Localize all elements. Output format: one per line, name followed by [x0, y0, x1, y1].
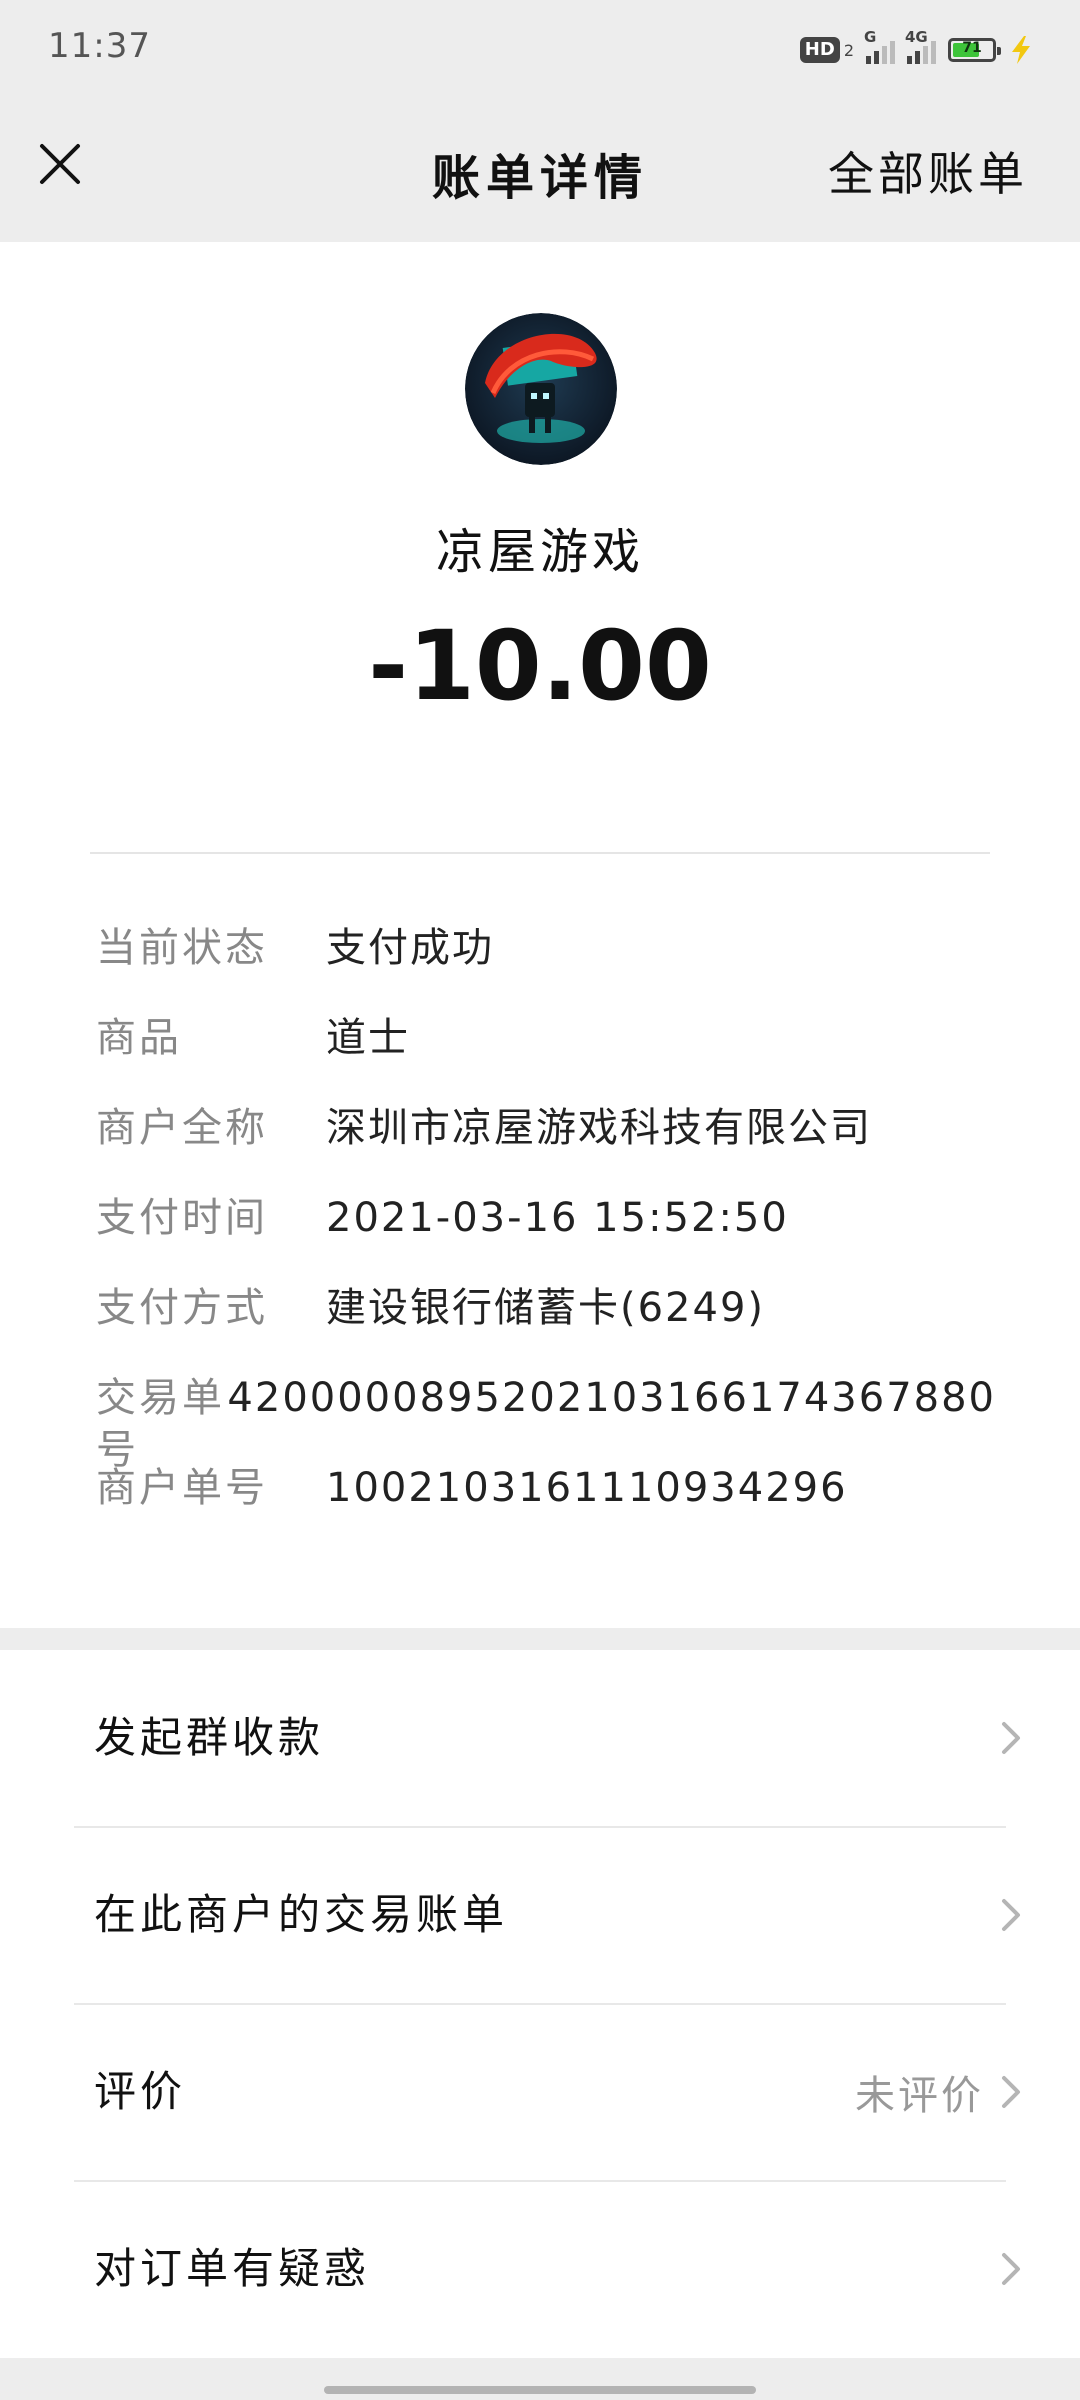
chevron-right-icon — [1002, 1722, 1020, 1754]
info-label: 商户全称 — [96, 1105, 268, 1151]
menu-item-right — [998, 2181, 1024, 2357]
menu-item-right: 未评价 — [855, 2004, 1024, 2180]
status-icons: HD 2 G 4G 71 — [799, 28, 1034, 70]
charging-icon — [1012, 36, 1030, 64]
merchant-name: 凉屋游戏 — [435, 524, 644, 580]
info-row-transaction-id: 交易单号 4200000895202103166174367880 — [96, 1372, 996, 1473]
merchant-logo-icon — [465, 313, 617, 465]
info-value: 2021-03-16 15:52:50 — [326, 1195, 789, 1241]
info-list: 当前状态 支付成功 商品 道士 商户全称 深圳市凉屋游戏科技有限公司 支付时间 … — [96, 922, 996, 1552]
divider — [90, 852, 990, 854]
info-value: 支付成功 — [326, 925, 494, 971]
hd-sub-label: 2 — [843, 40, 854, 60]
info-row-payment-method: 支付方式 建设银行储蓄卡(6249) — [96, 1282, 996, 1372]
payment-amount: -10.00 — [368, 610, 712, 722]
menu-item-label: 在此商户的交易账单 — [94, 1890, 509, 1939]
info-value: 建设银行储蓄卡(6249) — [326, 1285, 766, 1331]
action-menu: 发起群收款 在此商户的交易账单 评价 未评价 对订单有疑惑 — [0, 1650, 1080, 2358]
merchant-avatar — [465, 313, 617, 465]
menu-item-label: 发起群收款 — [94, 1713, 325, 1762]
menu-item-right — [998, 1827, 1024, 2003]
review-status: 未评价 — [855, 2073, 984, 2119]
sim1-label: G — [864, 28, 877, 46]
info-label: 商户单号 — [96, 1465, 268, 1511]
menu-item-label: 对订单有疑惑 — [94, 2244, 371, 2293]
info-label: 支付时间 — [96, 1195, 268, 1241]
battery-icon: 71 — [948, 38, 1001, 62]
info-value: 4200000895202103166174367880 — [227, 1375, 996, 1421]
sim2-label: 4G — [905, 28, 928, 46]
info-row-status: 当前状态 支付成功 — [96, 922, 996, 1012]
battery-level: 71 — [962, 40, 982, 56]
info-row-product: 商品 道士 — [96, 1012, 996, 1102]
info-label: 支付方式 — [96, 1285, 268, 1331]
info-row-payment-time: 支付时间 2021-03-16 15:52:50 — [96, 1192, 996, 1282]
all-bills-link[interactable]: 全部账单 — [828, 138, 1028, 204]
status-time: 11:37 — [48, 26, 151, 66]
menu-item-review[interactable]: 评价 未评价 — [0, 2004, 1080, 2180]
menu-item-right — [998, 1650, 1024, 1826]
signal-sim1-icon: G — [864, 28, 895, 64]
home-indicator[interactable] — [324, 2386, 756, 2394]
menu-item-label: 评价 — [94, 2067, 187, 2116]
info-value: 深圳市凉屋游戏科技有限公司 — [326, 1105, 872, 1151]
info-row-merchant-order-id: 商户单号 1002103161110934296 — [96, 1462, 996, 1552]
info-value: 道士 — [326, 1015, 410, 1061]
info-row-merchant-full-name: 商户全称 深圳市凉屋游戏科技有限公司 — [96, 1102, 996, 1192]
info-label: 当前状态 — [96, 925, 268, 971]
chevron-right-icon — [1002, 1899, 1020, 1931]
menu-item-merchant-bills[interactable]: 在此商户的交易账单 — [0, 1827, 1080, 2003]
bill-detail-card: 凉屋游戏 -10.00 当前状态 支付成功 商品 道士 商户全称 深圳市凉屋游戏… — [0, 242, 1080, 1628]
chevron-right-icon — [1002, 2076, 1020, 2108]
signal-sim2-icon: 4G — [905, 28, 936, 64]
menu-item-group-collect[interactable]: 发起群收款 — [0, 1650, 1080, 1826]
nav-bar: 账单详情 全部账单 — [0, 100, 1080, 242]
hd-icon: HD — [799, 37, 840, 63]
status-bar: 11:37 HD 2 G 4G 71 — [0, 0, 1080, 100]
chevron-right-icon — [1002, 2253, 1020, 2285]
info-label: 商品 — [96, 1015, 182, 1061]
info-label: 交易单号 — [96, 1375, 225, 1473]
info-value: 1002103161110934296 — [326, 1465, 848, 1511]
menu-item-order-question[interactable]: 对订单有疑惑 — [0, 2181, 1080, 2357]
